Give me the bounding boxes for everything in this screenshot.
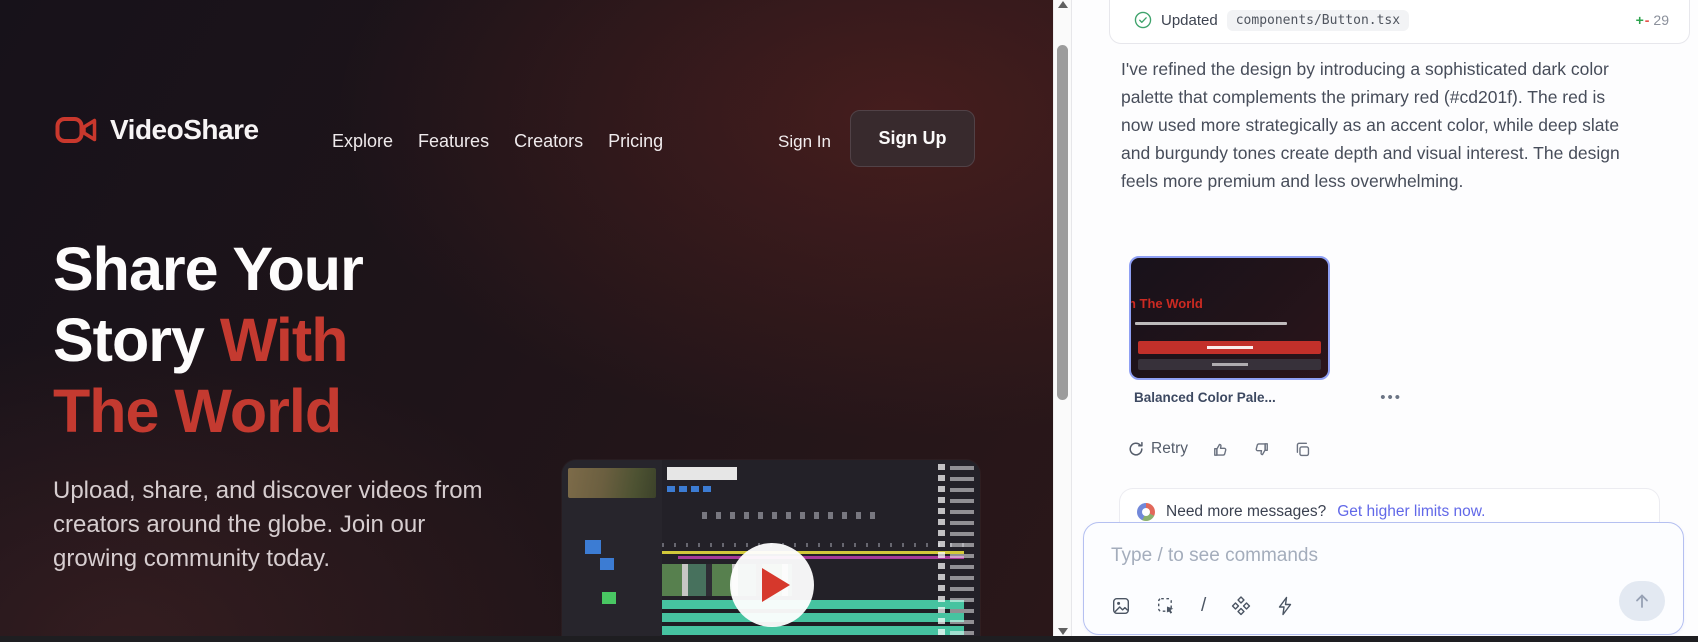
retry-button[interactable]: Retry xyxy=(1128,440,1188,458)
file-update-card: Updated components/Button.tsx + - 29 xyxy=(1109,0,1690,44)
nav-pricing[interactable]: Pricing xyxy=(608,131,663,152)
update-status-label: Updated xyxy=(1161,12,1218,29)
diff-minus: - xyxy=(1645,12,1650,28)
scrollbar-down-arrow[interactable] xyxy=(1058,628,1068,635)
file-chip[interactable]: components/Button.tsx xyxy=(1227,10,1409,31)
limits-text: Need more messages? xyxy=(1166,503,1326,521)
editor-toolbar-icons xyxy=(702,512,882,519)
mini-secondary-button xyxy=(1138,359,1321,370)
mini-hero-heading: h The World xyxy=(1129,296,1203,311)
mini-primary-button xyxy=(1138,341,1321,354)
scrollbar-thumb[interactable] xyxy=(1057,45,1068,400)
editor-preview-thumbnail xyxy=(568,468,656,498)
editor-magenta-track xyxy=(678,556,964,559)
artifact-caption[interactable]: Balanced Color Pale... xyxy=(1134,390,1276,405)
editor-selected-cell xyxy=(585,540,601,554)
editor-timeline-ruler xyxy=(662,543,964,547)
nav-creators[interactable]: Creators xyxy=(514,131,583,152)
thumbs-down-button[interactable] xyxy=(1253,441,1270,458)
components-icon[interactable] xyxy=(1231,596,1251,616)
hero-line-2: Story With xyxy=(53,305,363,376)
artifact-menu-button[interactable]: ••• xyxy=(1380,393,1402,403)
retry-icon xyxy=(1128,441,1144,457)
thumbs-up-button[interactable] xyxy=(1212,441,1229,458)
editor-selected-cell xyxy=(600,558,614,570)
mini-subtitle-line xyxy=(1135,322,1287,325)
chat-input[interactable] xyxy=(1111,541,1541,571)
editor-blue-tabs xyxy=(667,486,713,492)
hero-heading: Share Your Story With The World xyxy=(53,234,363,447)
play-icon xyxy=(762,568,790,602)
scrollbar-up-arrow[interactable] xyxy=(1058,1,1068,8)
usage-pie-icon xyxy=(1137,503,1155,521)
composer-tools: / xyxy=(1111,595,1294,617)
limits-upgrade-link[interactable]: Get higher limits now. xyxy=(1337,503,1485,521)
nav-features[interactable]: Features xyxy=(418,131,489,152)
hero-line-3: The World xyxy=(53,376,363,447)
play-button[interactable] xyxy=(730,543,814,627)
artifact-thumbnail[interactable]: h The World xyxy=(1129,256,1330,380)
slash-command-icon[interactable]: / xyxy=(1201,595,1206,617)
site-preview-panel: VideoShare Explore Features Creators Pri… xyxy=(0,0,1053,642)
brand: VideoShare xyxy=(55,114,259,146)
diff-plus: + xyxy=(1636,12,1644,28)
nav-explore[interactable]: Explore xyxy=(332,131,393,152)
check-circle-icon xyxy=(1134,11,1152,29)
hero-line-1: Share Your xyxy=(53,234,363,305)
brand-name: VideoShare xyxy=(110,114,259,146)
quick-actions-icon[interactable] xyxy=(1276,596,1294,616)
send-button[interactable] xyxy=(1619,581,1665,621)
editor-yellow-track xyxy=(662,551,964,554)
editor-audio-tracks xyxy=(662,600,964,636)
main-nav: Explore Features Creators Pricing xyxy=(332,131,663,152)
editor-file-list-icons xyxy=(938,464,945,642)
message-actions: Retry xyxy=(1128,440,1311,458)
video-camera-icon xyxy=(55,115,97,145)
select-element-icon[interactable] xyxy=(1156,596,1176,616)
chat-panel: Updated components/Button.tsx + - 29 I'v… xyxy=(1071,0,1698,642)
preview-scrollbar[interactable] xyxy=(1053,0,1071,642)
composer: / xyxy=(1083,522,1684,635)
sign-in-link[interactable]: Sign In xyxy=(778,132,831,152)
sign-up-button[interactable]: Sign Up xyxy=(850,110,975,167)
diff-count: 29 xyxy=(1653,12,1669,28)
app-window: VideoShare Explore Features Creators Pri… xyxy=(0,0,1698,642)
copy-button[interactable] xyxy=(1294,441,1311,458)
editor-white-panel xyxy=(667,467,737,480)
hero-video-image xyxy=(562,460,980,642)
editor-green-cell xyxy=(602,592,616,604)
hero-subtitle: Upload, share, and discover videos from … xyxy=(53,474,495,576)
editor-file-list-names xyxy=(950,466,974,642)
image-attach-icon[interactable] xyxy=(1111,596,1131,616)
diff-stat: + - 29 xyxy=(1636,12,1669,28)
assistant-message: I've refined the design by introducing a… xyxy=(1121,55,1621,195)
bottom-edge-bar xyxy=(0,636,1698,642)
